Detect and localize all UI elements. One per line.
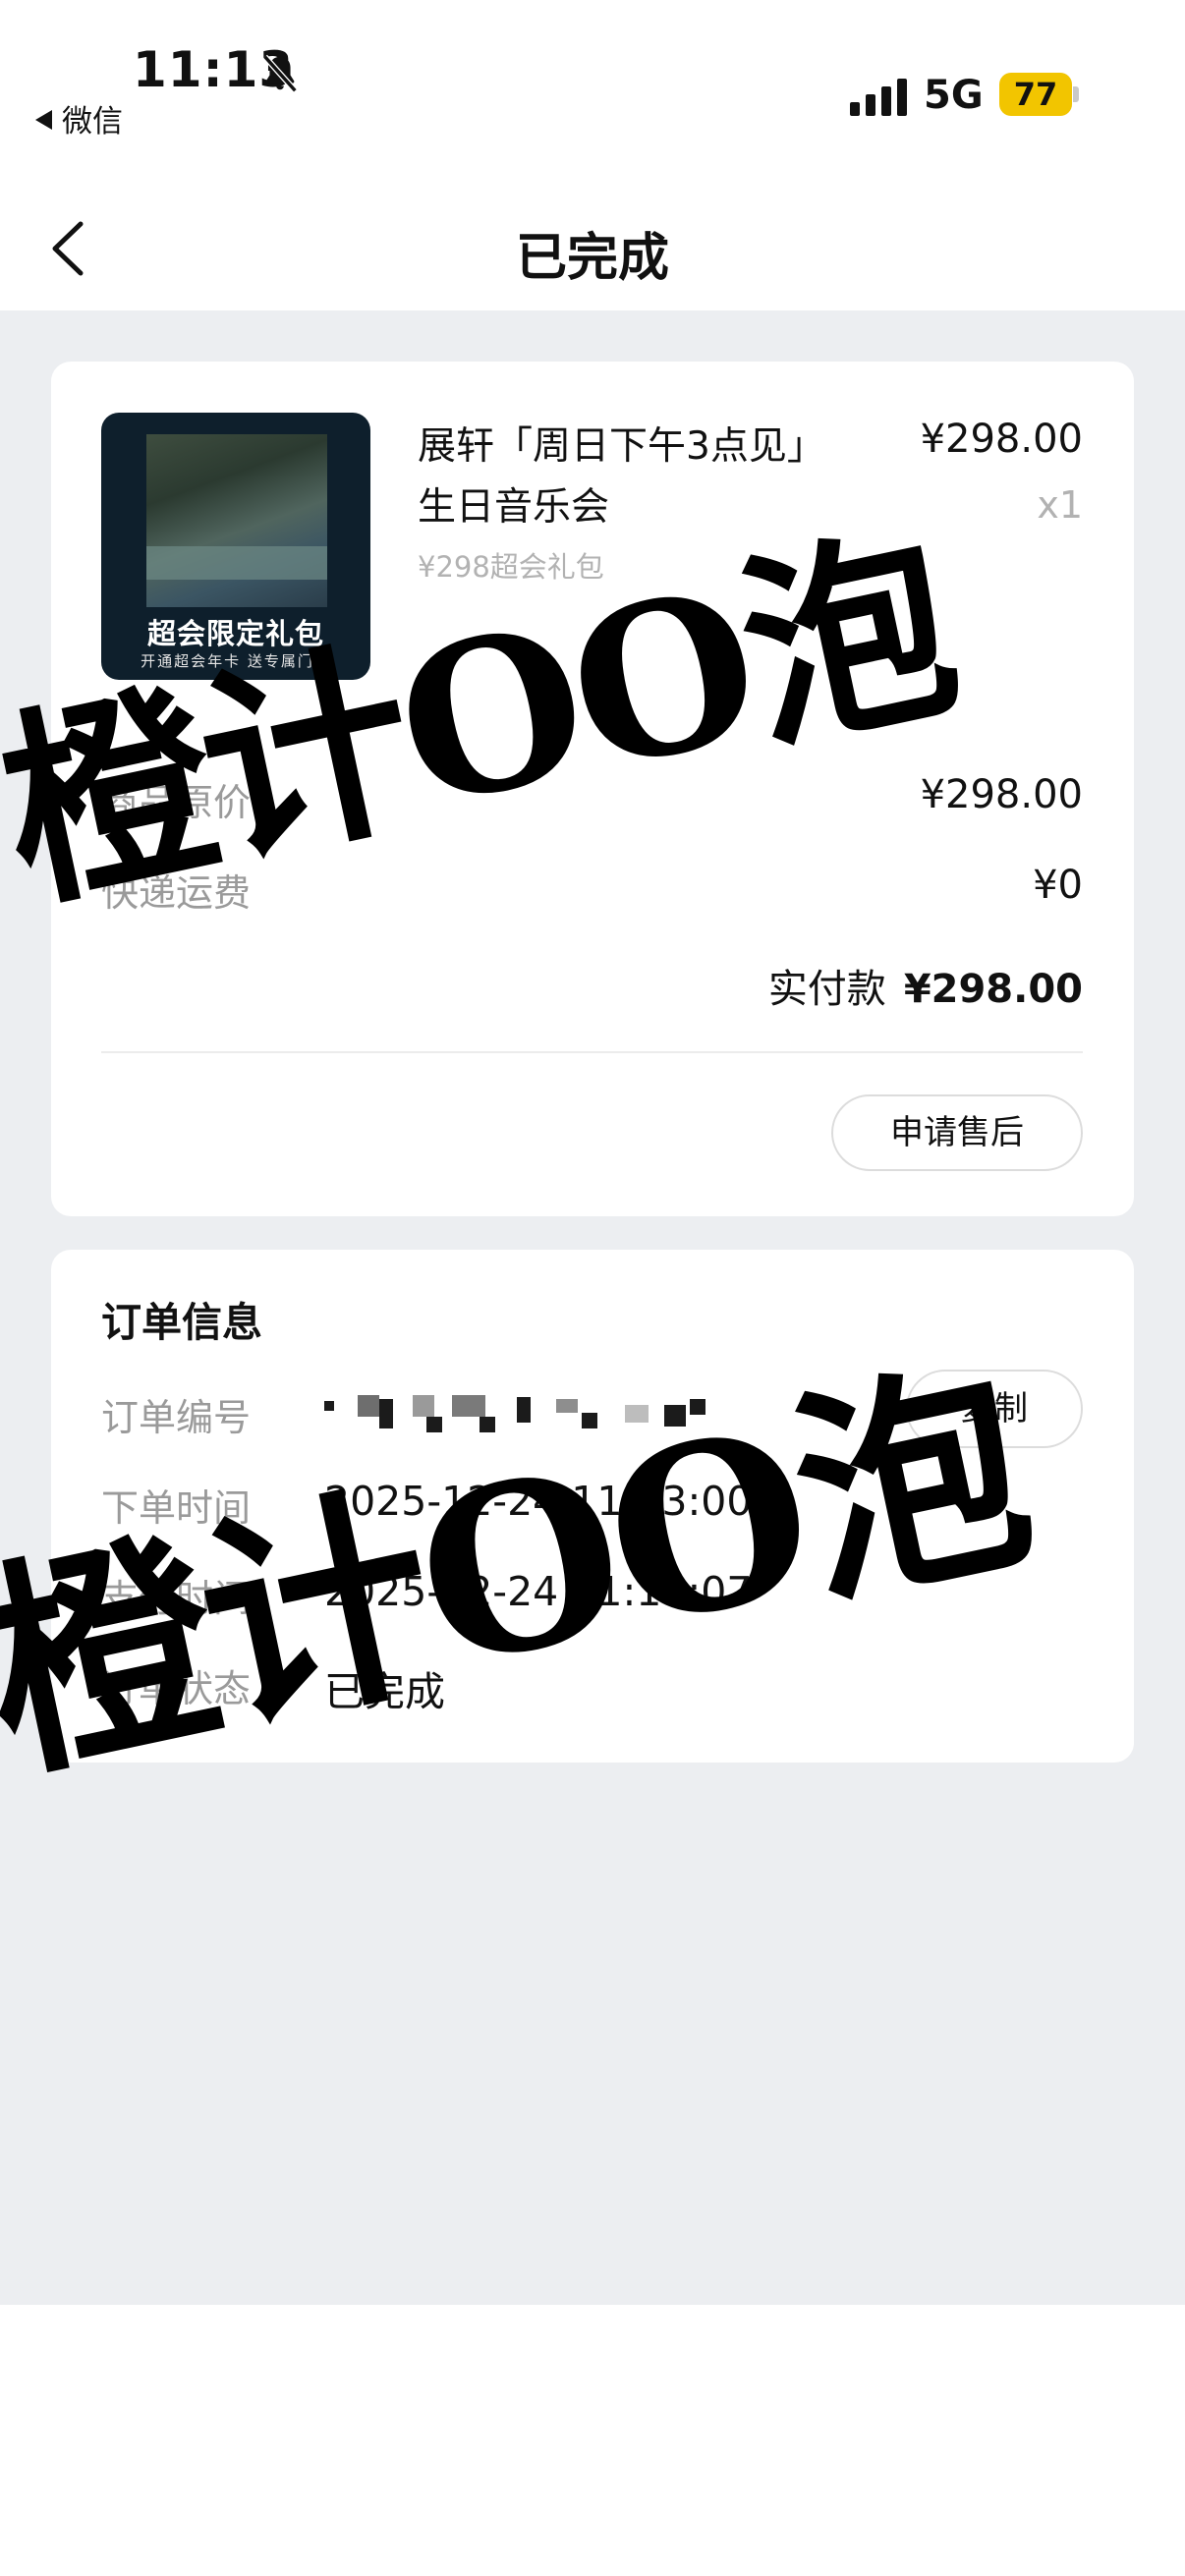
product-card: 超会限定礼包 开通超会年卡 送专属门票 展轩「周日下午3点见」生日音乐会 ¥29… [51, 362, 1134, 1216]
copy-order-number-button[interactable]: 复制 [906, 1370, 1083, 1448]
content-area: 超会限定礼包 开通超会年卡 送专属门票 展轩「周日下午3点见」生日音乐会 ¥29… [0, 310, 1185, 2305]
back-triangle-icon [35, 110, 52, 130]
divider [101, 1051, 1083, 1053]
pay-time-label: 支付时间 [101, 1577, 252, 1620]
product-quantity: x1 [1037, 483, 1083, 527]
paid-amount: ¥298.00 [903, 967, 1083, 1012]
original-price-label: 商品原价 [101, 781, 252, 824]
network-type: 5G [924, 73, 984, 118]
shipping-label: 快递运费 [101, 871, 252, 915]
bottom-area [0, 2305, 1185, 2576]
after-sale-button[interactable]: 申请售后 [831, 1094, 1083, 1171]
order-number-redacted [324, 1395, 855, 1434]
product-name[interactable]: 展轩「周日下午3点见」生日音乐会 [418, 417, 811, 538]
status-bar: 11:13 微信 5G 77 [0, 0, 1185, 147]
nav-bar: 已完成 [0, 187, 1185, 310]
pay-time-value: 2025-12-24 11:13:07 [324, 1568, 753, 1615]
order-info-card: 订单信息 订单编号 复制 下单时间 2025-12-24 11:13:00 支付… [51, 1250, 1134, 1763]
product-sku: ¥298超会礼包 [418, 550, 604, 584]
paid-row: 实付款 ¥298.00 [768, 957, 1083, 1014]
poster-strip [146, 546, 327, 580]
order-status-label: 订单状态 [101, 1667, 252, 1710]
order-time-label: 下单时间 [101, 1486, 252, 1530]
page-title: 已完成 [515, 229, 669, 288]
back-to-app-link[interactable]: 微信 [35, 96, 123, 140]
order-info-title: 订单信息 [101, 1299, 262, 1346]
battery-cap [1073, 86, 1079, 102]
product-image-subtitle: 开通超会年卡 送专属门票 [141, 652, 331, 670]
back-app-label: 微信 [62, 104, 123, 140]
shipping-value: ¥0 [1033, 863, 1083, 908]
bell-muted-icon [262, 54, 298, 93]
product-poster [146, 434, 327, 607]
product-image[interactable]: 超会限定礼包 开通超会年卡 送专属门票 [101, 413, 370, 680]
cellular-signal-icon [850, 79, 907, 116]
order-number-label: 订单编号 [101, 1396, 252, 1439]
product-price: ¥298.00 [920, 417, 1083, 462]
original-price-value: ¥298.00 [920, 772, 1083, 817]
battery-icon: 77 [999, 73, 1072, 116]
order-status-value: 已完成 [324, 1668, 445, 1715]
product-image-title: 超会限定礼包 [146, 617, 324, 650]
paid-label: 实付款 [767, 967, 886, 1012]
order-time-value: 2025-12-24 11:13:00 [324, 1478, 753, 1525]
